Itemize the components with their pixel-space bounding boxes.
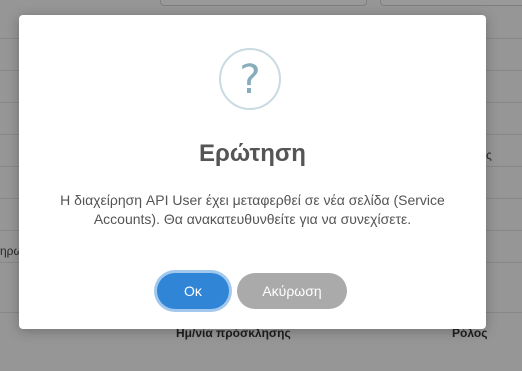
confirm-dialog: ? Ερώτηση Η διαχείρηση API User έχει μετ… xyxy=(19,15,486,329)
dialog-message: Η διαχείρηση API User έχει μεταφερθεί σε… xyxy=(60,192,445,227)
cancel-button[interactable]: Ακύρωση xyxy=(237,273,347,309)
ok-button[interactable]: Οκ xyxy=(157,273,229,309)
question-icon: ? xyxy=(219,48,281,110)
dialog-title: Ερώτηση xyxy=(199,140,306,167)
